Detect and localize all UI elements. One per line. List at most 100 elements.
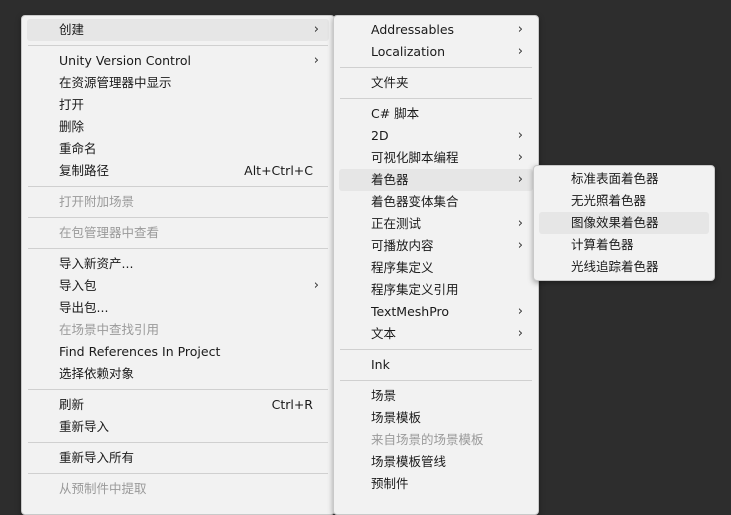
chevron-right-icon: ›	[517, 216, 523, 231]
menu-item-label: 图像效果着色器	[571, 215, 659, 230]
menu-item-find-references-in-scene: 在场景中查找引用	[27, 319, 329, 341]
chevron-right-icon: ›	[517, 326, 523, 341]
menu-item-rename[interactable]: 重命名	[27, 138, 329, 160]
chevron-right-icon: ›	[313, 53, 319, 68]
menu-item-scene-template[interactable]: 场景模板	[339, 407, 533, 429]
menu-item-label: 打开	[59, 97, 85, 112]
menu-item-reimport[interactable]: 重新导入	[27, 416, 329, 438]
menu-item-open[interactable]: 打开	[27, 94, 329, 116]
menu-item-reimport-all[interactable]: 重新导入所有	[27, 447, 329, 469]
chevron-right-icon: ›	[517, 22, 523, 37]
menu-item-label: 场景	[371, 388, 397, 403]
menu-item-textmeshpro[interactable]: TextMeshPro ›	[339, 301, 533, 323]
menu-item-folder[interactable]: 文件夹	[339, 72, 533, 94]
menu-item-visual-scripting[interactable]: 可视化脚本编程 ›	[339, 147, 533, 169]
menu-item-label: TextMeshPro	[371, 304, 450, 319]
menu-item-label: 在场景中查找引用	[59, 322, 160, 337]
menu-item-label: 正在测试	[371, 216, 422, 231]
menu-item-unlit-shader[interactable]: 无光照着色器	[539, 190, 709, 212]
menu-item-label: 预制件	[371, 476, 409, 491]
menu-item-label: 程序集定义	[371, 260, 434, 275]
menu-item-select-dependencies[interactable]: 选择依赖对象	[27, 363, 329, 385]
menu-item-label: 刷新	[59, 397, 85, 412]
menu-item-import-package[interactable]: 导入包 ›	[27, 275, 329, 297]
menu-item-label: 可播放内容	[371, 238, 434, 253]
menu-item-text[interactable]: 文本 ›	[339, 323, 533, 345]
menu-item-addressables[interactable]: Addressables ›	[339, 19, 533, 41]
menu-item-scene[interactable]: 场景	[339, 385, 533, 407]
separator	[28, 389, 328, 390]
menu-item-label: 导入新资产...	[59, 256, 134, 271]
menu-item-label: 在包管理器中查看	[59, 225, 160, 240]
menu-item-prefab[interactable]: 预制件	[339, 473, 533, 495]
menu-item-shader[interactable]: 着色器 ›	[339, 169, 533, 191]
menu-item-label: 导入包	[59, 278, 97, 293]
menu-item-unity-version-control[interactable]: Unity Version Control ›	[27, 50, 329, 72]
menu-item-import-new-asset[interactable]: 导入新资产...	[27, 253, 329, 275]
menu-item-label: C# 脚本	[371, 106, 420, 121]
chevron-right-icon: ›	[517, 238, 523, 253]
menu-item-open-additive-scene: 打开附加场景	[27, 191, 329, 213]
menu-item-standard-surface-shader[interactable]: 标准表面着色器	[539, 168, 709, 190]
separator	[28, 186, 328, 187]
menu-item-label: 文本	[371, 326, 397, 341]
separator	[28, 442, 328, 443]
menu-item-label: 在资源管理器中显示	[59, 75, 172, 90]
menu-item-label: 复制路径	[59, 163, 110, 178]
menu-item-label: 场景模板	[371, 410, 422, 425]
chevron-right-icon: ›	[517, 172, 523, 187]
menu-item-label: 可视化脚本编程	[371, 150, 459, 165]
menu-item-label: 无光照着色器	[571, 193, 647, 208]
separator	[340, 380, 532, 381]
menu-item-label: 导出包...	[59, 300, 109, 315]
chevron-right-icon: ›	[517, 304, 523, 319]
menu-item-view-in-package-manager: 在包管理器中查看	[27, 222, 329, 244]
separator	[340, 98, 532, 99]
menu-item-label: 标准表面着色器	[571, 171, 659, 186]
menu-item-delete[interactable]: 删除	[27, 116, 329, 138]
separator	[28, 473, 328, 474]
separator	[340, 67, 532, 68]
menu-item-label: 2D	[371, 128, 389, 143]
menu-item-copy-path[interactable]: 复制路径 Alt+Ctrl+C	[27, 160, 329, 182]
menu-item-label: 创建	[59, 22, 85, 37]
menu-item-show-in-explorer[interactable]: 在资源管理器中显示	[27, 72, 329, 94]
chevron-right-icon: ›	[313, 278, 319, 293]
separator	[28, 217, 328, 218]
menu-item-label: Unity Version Control	[59, 53, 191, 68]
menu-item-playables[interactable]: 可播放内容 ›	[339, 235, 533, 257]
menu-item-create[interactable]: 创建 ›	[27, 19, 329, 41]
menu-item-refresh[interactable]: 刷新 Ctrl+R	[27, 394, 329, 416]
menu-item-ray-tracing-shader[interactable]: 光线追踪着色器	[539, 256, 709, 278]
menu-item-assembly-definition-reference[interactable]: 程序集定义引用	[339, 279, 533, 301]
menu-item-testing[interactable]: 正在测试 ›	[339, 213, 533, 235]
menu-item-label: 从预制件中提取	[59, 481, 147, 496]
menu-item-localization[interactable]: Localization ›	[339, 41, 533, 63]
menu-item-assembly-definition[interactable]: 程序集定义	[339, 257, 533, 279]
chevron-right-icon: ›	[517, 44, 523, 59]
menu-item-label: 删除	[59, 119, 85, 134]
menu-item-extract-from-prefab: 从预制件中提取	[27, 478, 329, 500]
menu-item-label: 光线追踪着色器	[571, 259, 659, 274]
menu-item-find-references-in-project[interactable]: Find References In Project	[27, 341, 329, 363]
menu-item-2d[interactable]: 2D ›	[339, 125, 533, 147]
chevron-right-icon: ›	[517, 150, 523, 165]
menu-item-image-effect-shader[interactable]: 图像效果着色器	[539, 212, 709, 234]
menu-item-label: 来自场景的场景模板	[371, 432, 484, 447]
menu-item-ink[interactable]: Ink	[339, 354, 533, 376]
menu-item-shader-variant-collection[interactable]: 着色器变体集合	[339, 191, 533, 213]
shader-submenu: 标准表面着色器 无光照着色器 图像效果着色器 计算着色器 光线追踪着色器	[533, 165, 715, 281]
menu-item-scene-template-pipeline[interactable]: 场景模板管线	[339, 451, 533, 473]
menu-item-csharp-script[interactable]: C# 脚本	[339, 103, 533, 125]
menu-item-export-package[interactable]: 导出包...	[27, 297, 329, 319]
menu-item-label: Addressables	[371, 22, 455, 37]
menu-item-label: 重命名	[59, 141, 97, 156]
menu-item-compute-shader[interactable]: 计算着色器	[539, 234, 709, 256]
shortcut-label: Ctrl+R	[271, 397, 313, 412]
context-menu: 创建 › Unity Version Control › 在资源管理器中显示 打…	[21, 15, 335, 515]
menu-item-label: 计算着色器	[571, 237, 634, 252]
menu-item-label: Localization	[371, 44, 446, 59]
chevron-right-icon: ›	[517, 128, 523, 143]
menu-item-label: Find References In Project	[59, 344, 221, 359]
menu-item-scene-template-from-scene: 来自场景的场景模板	[339, 429, 533, 451]
